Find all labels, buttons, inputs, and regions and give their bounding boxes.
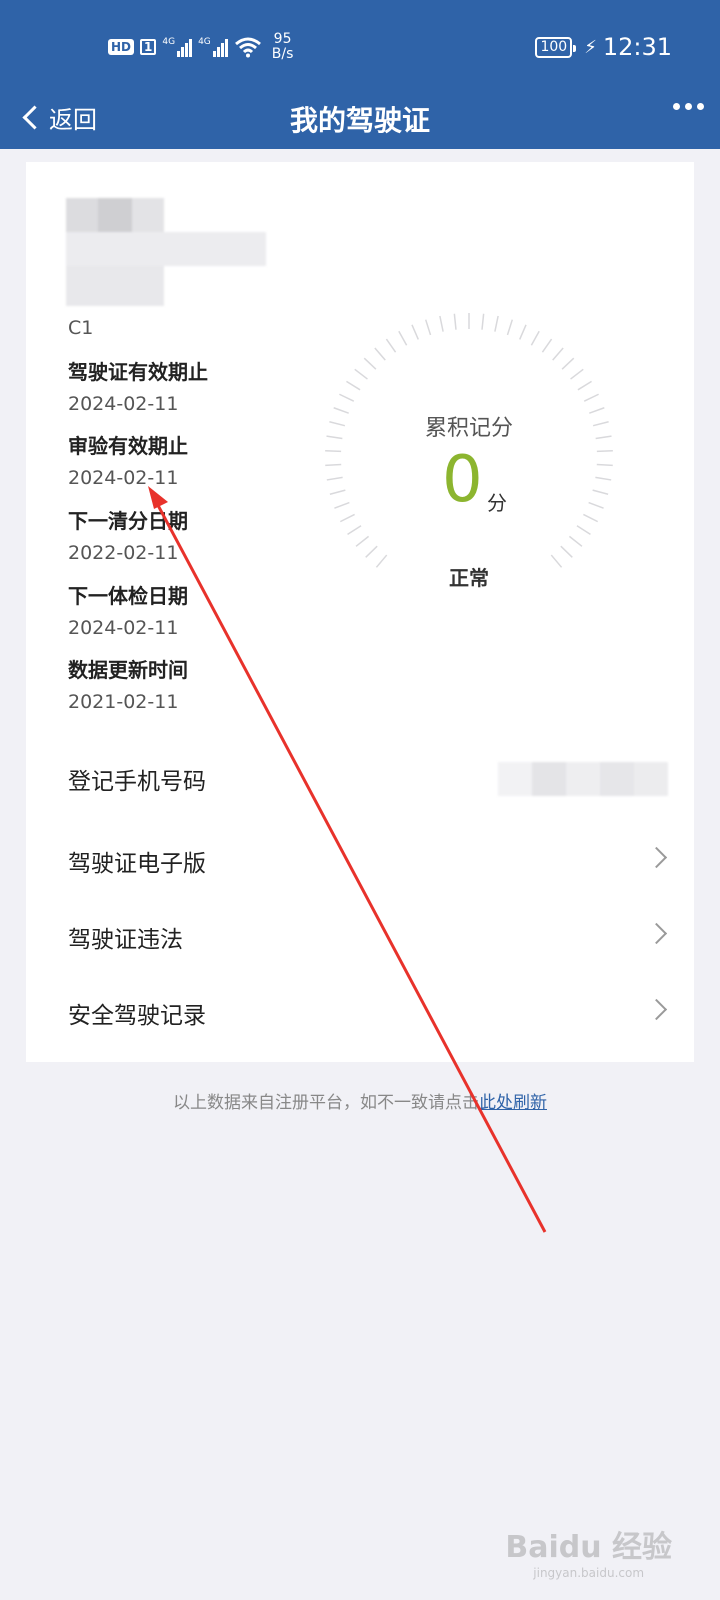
baidu-watermark: Baidu 经验 jingyan.baidu.com: [505, 1522, 672, 1580]
watermark-url: jingyan.baidu.com: [533, 1566, 645, 1580]
annotation-arrow: [148, 486, 547, 1233]
watermark-logo: Baidu 经验: [505, 1530, 672, 1565]
